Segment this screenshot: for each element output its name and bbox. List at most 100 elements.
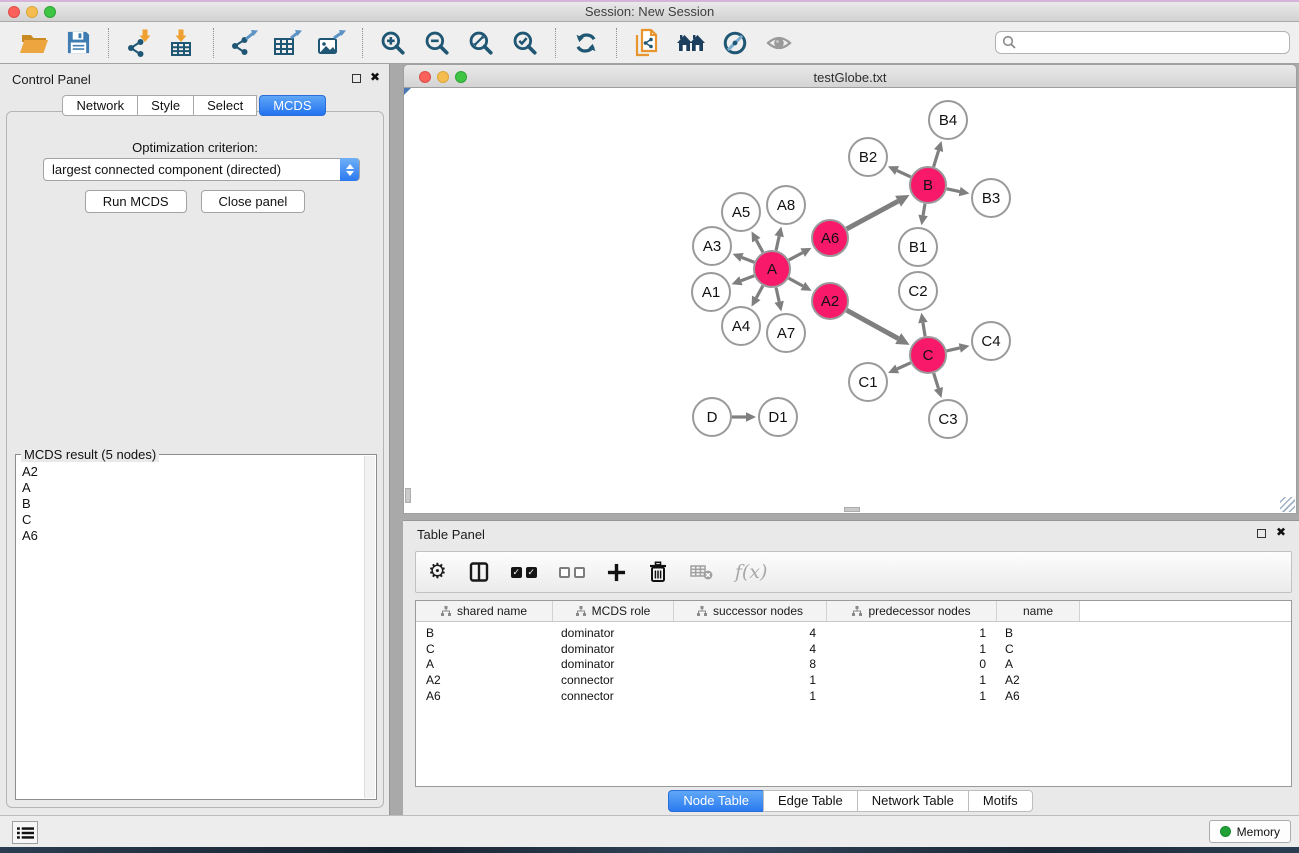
float-panel-icon[interactable]: [352, 74, 361, 83]
result-item[interactable]: A6: [22, 528, 364, 544]
add-column-button[interactable]: [607, 563, 626, 582]
graph-edge-A-A7[interactable]: [776, 288, 779, 302]
show-hide-view-button[interactable]: [760, 25, 798, 61]
zoom-in-button[interactable]: [374, 25, 412, 61]
export-network-button[interactable]: [225, 25, 263, 61]
import-network-button[interactable]: [120, 25, 158, 61]
graph-node-label-B4: B4: [939, 112, 957, 129]
graph-edge-B-B2[interactable]: [897, 171, 911, 177]
table-row[interactable]: Adominator80A: [416, 657, 1291, 673]
table-row[interactable]: Bdominator41B: [416, 626, 1291, 642]
task-history-button[interactable]: [12, 821, 38, 844]
graph-edge-A-A4[interactable]: [756, 286, 763, 298]
column-header-label: shared name: [457, 604, 527, 618]
tab-select[interactable]: Select: [193, 95, 257, 116]
split-columns-button[interactable]: [469, 562, 489, 582]
tab-motifs[interactable]: Motifs: [968, 790, 1033, 812]
close-panel-button[interactable]: Close panel: [201, 190, 306, 213]
refresh-layout-button[interactable]: [567, 25, 605, 61]
graph-node-label-C4: C4: [981, 333, 1000, 350]
cell-predecessor_nodes: 1: [827, 689, 997, 705]
graph-edge-arrowhead: [934, 387, 943, 398]
float-table-panel-icon[interactable]: [1257, 529, 1266, 538]
toolbar-separator: [555, 28, 556, 58]
graph-node-label-C: C: [923, 347, 934, 364]
horizontal-scroll-thumb[interactable]: [844, 507, 860, 512]
save-session-button[interactable]: [59, 25, 97, 61]
memory-button[interactable]: Memory: [1209, 820, 1291, 843]
cytoscape-app: Session: New Session: [0, 0, 1299, 853]
column-header-predecessor-nodes[interactable]: predecessor nodes: [827, 601, 997, 621]
column-header-name[interactable]: name: [997, 601, 1080, 621]
graph-edge-A-A5[interactable]: [756, 240, 763, 252]
search-input[interactable]: [995, 31, 1290, 54]
select-all-columns-button[interactable]: ✓ ✓: [511, 567, 537, 578]
vertical-scroll-thumb[interactable]: [405, 488, 411, 503]
unselect-all-columns-button[interactable]: [559, 567, 585, 578]
zoom-fit-button[interactable]: [462, 25, 500, 61]
tab-edge-table[interactable]: Edge Table: [763, 790, 858, 812]
graphics-details-button[interactable]: [716, 25, 754, 61]
criterion-dropdown[interactable]: largest connected component (directed): [43, 158, 360, 181]
optimization-criterion-label: Optimization criterion:: [7, 140, 383, 155]
table-settings-button[interactable]: ⚙: [428, 562, 447, 582]
graph-edge-B-B4[interactable]: [934, 151, 939, 167]
network-canvas[interactable]: B4B2BB3A8A5A6A3B1AC2A1A2A4A7C4CC1C3DD1: [403, 88, 1297, 514]
table-tabs: Node TableEdge TableNetwork TableMotifs: [403, 790, 1299, 812]
table-row[interactable]: Cdominator41C: [416, 642, 1291, 658]
graph-edge-A-A8[interactable]: [776, 236, 779, 250]
graph-edge-C-C4[interactable]: [947, 348, 960, 351]
result-item[interactable]: B: [22, 496, 364, 512]
delete-columns-button[interactable]: [648, 561, 668, 583]
result-item[interactable]: A2: [22, 464, 364, 480]
graph-edge-B-B1[interactable]: [923, 204, 925, 216]
network-window-titlebar[interactable]: testGlobe.txt: [403, 64, 1297, 88]
zoom-out-button[interactable]: [418, 25, 456, 61]
import-table-button[interactable]: [164, 25, 202, 61]
graph-edge-C-C1[interactable]: [897, 363, 910, 369]
criterion-dropdown-value: largest connected component (directed): [52, 162, 281, 177]
graph-edge-A6-B[interactable]: [847, 201, 898, 229]
graph-node-label-B2: B2: [859, 149, 877, 166]
result-scrollbar[interactable]: [364, 456, 375, 798]
result-item[interactable]: C: [22, 512, 364, 528]
graph-edge-C-C2[interactable]: [923, 323, 925, 337]
run-mcds-button[interactable]: Run MCDS: [85, 190, 187, 213]
export-table-button[interactable]: [269, 25, 307, 61]
close-panel-icon[interactable]: ✖: [370, 70, 380, 84]
result-item[interactable]: A: [22, 480, 364, 496]
zoom-selected-button[interactable]: [506, 25, 544, 61]
delete-table-icon: [690, 564, 713, 580]
tab-network-table[interactable]: Network Table: [857, 790, 969, 812]
column-header-successor-nodes[interactable]: successor nodes: [674, 601, 827, 621]
column-header-MCDS-role[interactable]: MCDS role: [553, 601, 674, 621]
graph-node-label-D1: D1: [768, 409, 787, 426]
cell-name: A: [997, 657, 1080, 673]
table-row[interactable]: A2connector11A2: [416, 673, 1291, 689]
table-row[interactable]: A6connector11A6: [416, 689, 1291, 705]
open-folder-icon: [19, 30, 49, 56]
cell-predecessor_nodes: 1: [827, 626, 997, 642]
graph-edge-A2-C[interactable]: [847, 310, 899, 338]
tab-network[interactable]: Network: [62, 95, 138, 116]
graph-edge-B-B3[interactable]: [947, 189, 960, 192]
session-document-button[interactable]: [628, 25, 666, 61]
column-header-label: predecessor nodes: [868, 604, 970, 618]
graph-edge-A-A6[interactable]: [789, 253, 803, 260]
graph-edge-C-C3[interactable]: [934, 373, 939, 388]
graph-edge-A-A2[interactable]: [789, 278, 803, 286]
export-image-button[interactable]: [313, 25, 351, 61]
network-graph: B4B2BB3A8A5A6A3B1AC2A1A2A4A7C4CC1C3DD1: [404, 88, 1296, 512]
tab-node-table[interactable]: Node Table: [668, 790, 764, 812]
graph-edge-A-A1[interactable]: [741, 276, 754, 281]
resize-grip[interactable]: [1280, 497, 1295, 512]
tab-mcds[interactable]: MCDS: [259, 95, 325, 116]
graph-edge-A-A3[interactable]: [742, 257, 754, 262]
close-table-panel-icon[interactable]: ✖: [1276, 525, 1286, 539]
open-file-button[interactable]: [15, 25, 53, 61]
tab-style[interactable]: Style: [137, 95, 194, 116]
graph-node-label-A4: A4: [732, 318, 750, 335]
gear-icon: ⚙: [428, 562, 447, 582]
home-button[interactable]: [672, 25, 710, 61]
column-header-shared-name[interactable]: shared name: [416, 601, 553, 621]
